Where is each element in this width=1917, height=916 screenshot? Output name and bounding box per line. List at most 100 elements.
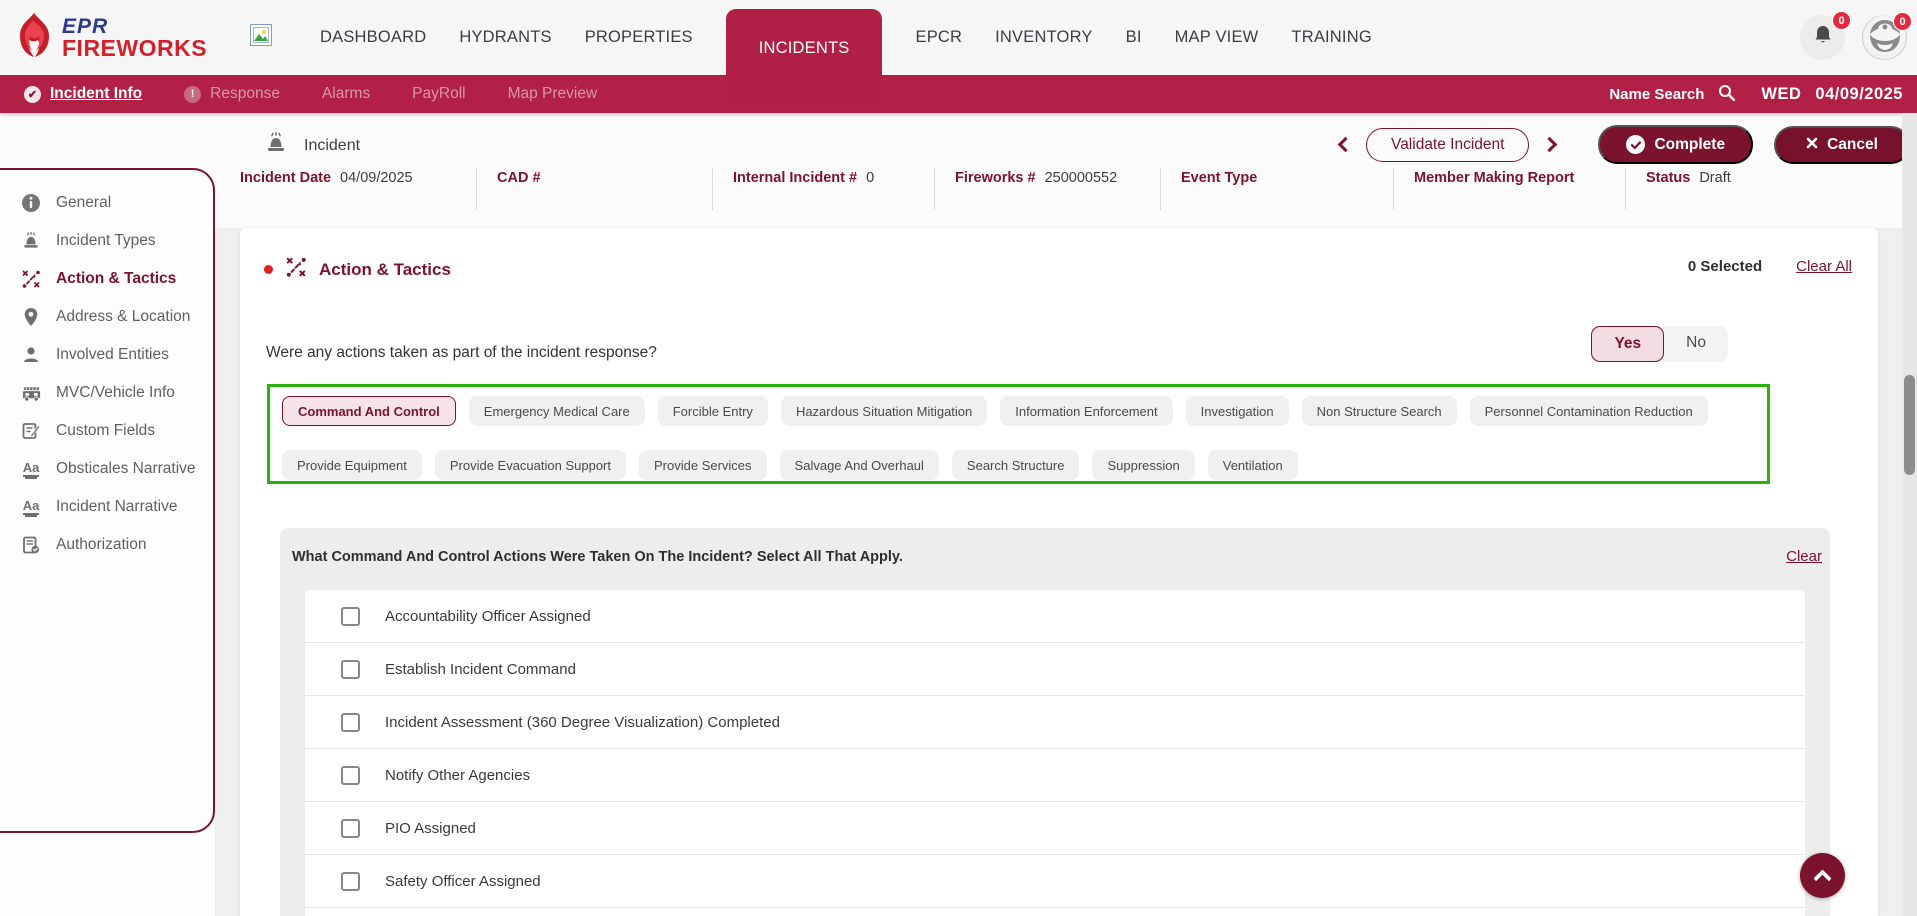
pill-emergency-medical-care[interactable]: Emergency Medical Care: [469, 396, 645, 426]
pill-command-and-control[interactable]: Command And Control: [282, 396, 456, 426]
required-dot-icon: [264, 265, 273, 274]
subnav-payroll[interactable]: PayRoll: [412, 85, 465, 103]
pill-investigation[interactable]: Investigation: [1186, 396, 1289, 426]
bell-icon: [1812, 24, 1834, 51]
incident-header: Incident Validate Incident Complete Canc…: [0, 113, 1917, 228]
option-incident-assessment-completed[interactable]: Incident Assessment (360 Degree Visualiz…: [305, 696, 1805, 749]
cancel-button[interactable]: Cancel: [1774, 126, 1910, 164]
name-search-control[interactable]: Name Search: [1609, 84, 1735, 105]
pill-provide-equipment[interactable]: Provide Equipment: [282, 450, 422, 480]
pill-provide-services[interactable]: Provide Services: [639, 450, 767, 480]
yes-button[interactable]: Yes: [1591, 326, 1664, 362]
panel-header: What Command And Control Actions Were Ta…: [292, 548, 1822, 565]
incident-sub-nav-bar: ✔ Incident Info ! Response Alarms PayRol…: [0, 75, 1917, 113]
pill-provide-evacuation-support[interactable]: Provide Evacuation Support: [435, 450, 626, 480]
broken-image-icon: [250, 24, 272, 46]
nav-hydrants[interactable]: HYDRANTS: [459, 28, 551, 47]
pill-ventilation[interactable]: Ventilation: [1208, 450, 1298, 480]
vehicle-icon: [20, 383, 42, 403]
subnav-map-preview[interactable]: Map Preview: [508, 85, 598, 103]
nav-inventory[interactable]: INVENTORY: [995, 28, 1092, 47]
pill-personnel-contamination-reduction[interactable]: Personnel Contamination Reduction: [1470, 396, 1708, 426]
field-cad-number[interactable]: CAD #: [477, 168, 713, 210]
field-event-type[interactable]: Event Type: [1161, 168, 1394, 210]
sidebar-item-action-tactics[interactable]: Action & Tactics: [0, 260, 213, 298]
sidebar-item-involved-entities[interactable]: Involved Entities: [0, 336, 213, 374]
redbar-right-group: Name Search WED 04/09/2025: [1609, 84, 1903, 105]
narrative-aa-icon: Aa: [20, 461, 42, 478]
subnav-alarms[interactable]: Alarms: [322, 85, 370, 103]
next-incident-chevron-icon[interactable]: [1542, 137, 1558, 153]
clear-all-link[interactable]: Clear All: [1796, 258, 1852, 275]
no-button[interactable]: No: [1664, 326, 1728, 362]
checkbox-icon[interactable]: [341, 713, 360, 732]
scroll-to-top-button[interactable]: [1800, 853, 1845, 898]
pill-salvage-and-overhaul[interactable]: Salvage And Overhaul: [780, 450, 939, 480]
search-icon: [1718, 84, 1735, 105]
checkbox-icon[interactable]: [341, 607, 360, 626]
prev-incident-chevron-icon[interactable]: [1338, 137, 1354, 153]
brand-line2: FIREWORKS: [62, 37, 207, 60]
check-circle-icon: ✔: [24, 86, 41, 103]
checkbox-icon[interactable]: [341, 819, 360, 838]
option-establish-incident-command[interactable]: Establish Incident Command: [305, 643, 1805, 696]
sidebar-item-mvc-vehicle-info[interactable]: MVC/Vehicle Info: [0, 374, 213, 412]
edit-note-icon: [20, 421, 42, 441]
checkbox-icon[interactable]: [341, 766, 360, 785]
field-incident-date[interactable]: Incident Date 04/09/2025: [240, 168, 477, 210]
nav-map-view[interactable]: MAP VIEW: [1175, 28, 1259, 47]
siren-icon: [20, 231, 42, 251]
complete-button[interactable]: Complete: [1598, 125, 1753, 164]
incident-fields: Incident Date 04/09/2025 CAD # Internal …: [240, 168, 1740, 210]
checkbox-icon[interactable]: [341, 872, 360, 891]
notifications-button[interactable]: 0: [1800, 15, 1845, 60]
option-pio-assigned[interactable]: PIO Assigned: [305, 802, 1805, 855]
pill-search-structure[interactable]: Search Structure: [952, 450, 1080, 480]
validate-incident-button[interactable]: Validate Incident: [1366, 128, 1529, 162]
sidebar-item-custom-fields[interactable]: Custom Fields: [0, 412, 213, 450]
flame-logo-icon: [14, 12, 54, 63]
pill-suppression[interactable]: Suppression: [1092, 450, 1194, 480]
field-fireworks-number[interactable]: Fireworks # 250000552: [935, 168, 1161, 210]
checkbox-icon[interactable]: [341, 660, 360, 679]
selected-count: 0 Selected: [1688, 258, 1762, 275]
option-notify-other-agencies[interactable]: Notify Other Agencies: [305, 749, 1805, 802]
field-internal-incident-number[interactable]: Internal Incident # 0: [713, 168, 935, 210]
incident-sidebar: General Incident Types Action & Tactics: [0, 168, 215, 833]
clear-link[interactable]: Clear: [1786, 548, 1822, 565]
subnav-response[interactable]: ! Response: [184, 85, 280, 103]
notifications-badge: 0: [1832, 11, 1851, 30]
brand-name: EPR FIREWORKS: [62, 16, 207, 60]
sidebar-item-general[interactable]: General: [0, 184, 213, 222]
selection-summary: 0 Selected Clear All: [1688, 258, 1852, 275]
nav-dashboard[interactable]: DASHBOARD: [320, 28, 426, 47]
option-safety-officer-assigned[interactable]: Safety Officer Assigned: [305, 855, 1805, 908]
nav-epcr[interactable]: EPCR: [915, 28, 962, 47]
scrollbar-thumb[interactable]: [1904, 375, 1915, 475]
sidebar-item-incident-narrative[interactable]: Aa Incident Narrative: [0, 488, 213, 526]
options-list: Accountability Officer Assigned Establis…: [305, 590, 1805, 916]
yes-no-toggle: Yes No: [1591, 326, 1728, 362]
pill-non-structure-search[interactable]: Non Structure Search: [1302, 396, 1457, 426]
nav-incidents-active-tab[interactable]: INCIDENTS: [726, 9, 883, 103]
nav-training[interactable]: TRAINING: [1291, 28, 1371, 47]
option-accountability-officer-assigned[interactable]: Accountability Officer Assigned: [305, 590, 1805, 643]
user-avatar[interactable]: 0: [1862, 15, 1907, 60]
incident-title: Incident: [304, 137, 360, 155]
sidebar-item-obsticales-narrative[interactable]: Aa Obsticales Narrative: [0, 450, 213, 488]
avatar-badge: 0: [1893, 12, 1912, 31]
field-member-making-report[interactable]: Member Making Report: [1394, 168, 1626, 210]
pill-hazardous-situation-mitigation[interactable]: Hazardous Situation Mitigation: [781, 396, 987, 426]
app-logo[interactable]: EPR FIREWORKS: [14, 12, 207, 63]
nav-bi[interactable]: BI: [1126, 28, 1142, 47]
x-icon: [1806, 136, 1818, 154]
pill-forcible-entry[interactable]: Forcible Entry: [658, 396, 768, 426]
pill-information-enforcement[interactable]: Information Enforcement: [1000, 396, 1172, 426]
sidebar-item-incident-types[interactable]: Incident Types: [0, 222, 213, 260]
authorization-doc-icon: [20, 535, 42, 555]
nav-properties[interactable]: PROPERTIES: [585, 28, 693, 47]
check-icon: [1626, 135, 1645, 154]
sidebar-item-address-location[interactable]: Address & Location: [0, 298, 213, 336]
sidebar-item-authorization[interactable]: Authorization: [0, 526, 213, 564]
subnav-incident-info[interactable]: ✔ Incident Info: [24, 85, 142, 103]
